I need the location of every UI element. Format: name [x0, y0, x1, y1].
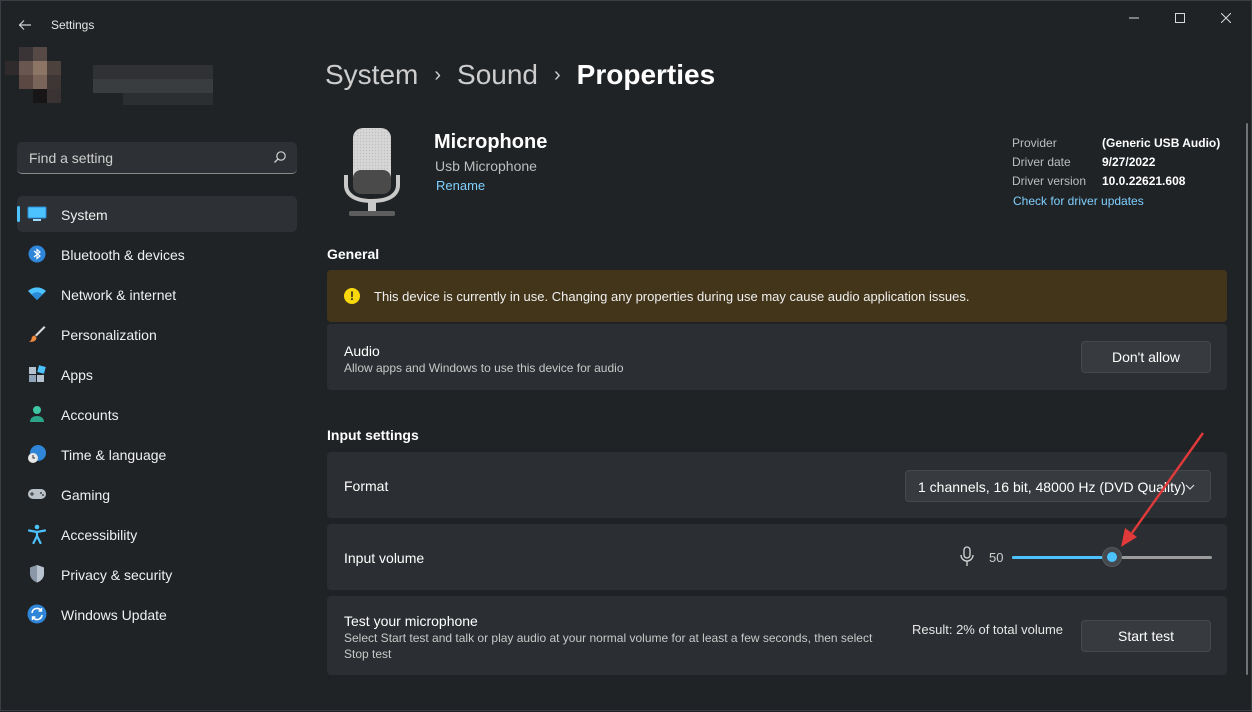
back-button[interactable]: [13, 13, 37, 37]
input-volume-slider[interactable]: [1012, 546, 1212, 568]
system-icon: [27, 204, 47, 224]
input-settings-heading: Input settings: [327, 427, 419, 443]
rename-link[interactable]: Rename: [436, 178, 485, 193]
sidebar-item-accounts[interactable]: Accounts: [17, 396, 297, 432]
format-title: Format: [344, 478, 389, 494]
sidebar-item-time-language[interactable]: Time & language: [17, 436, 297, 472]
sidebar-item-accessibility[interactable]: Accessibility: [17, 516, 297, 552]
maximize-icon: [1175, 13, 1185, 23]
device-subtitle: Usb Microphone: [435, 158, 537, 174]
account-icon: [27, 404, 47, 424]
driver-date-label: Driver date: [1012, 155, 1071, 169]
close-button[interactable]: [1203, 1, 1249, 35]
microphone-icon[interactable]: [959, 546, 975, 568]
minimize-icon: [1129, 17, 1139, 19]
breadcrumb: System › Sound › Properties: [325, 59, 715, 91]
driver-version-value: 10.0.22621.608: [1102, 174, 1186, 188]
test-microphone-description-line2: Stop test: [344, 647, 392, 661]
test-microphone-description-line1: Select Start test and talk or play audio…: [344, 631, 873, 645]
in-use-warning: ! This device is currently in use. Chang…: [327, 270, 1227, 322]
scrollbar[interactable]: [1246, 123, 1248, 675]
audio-card: Audio Allow apps and Windows to use this…: [327, 324, 1227, 390]
sidebar-item-network[interactable]: Network & internet: [17, 276, 297, 312]
format-selected-value: 1 channels, 16 bit, 48000 Hz (DVD Qualit…: [918, 479, 1186, 495]
accessibility-icon: [27, 524, 47, 544]
sidebar-item-label: Gaming: [61, 487, 111, 503]
provider-value: (Generic USB Audio): [1102, 136, 1221, 150]
sidebar-item-label: System: [61, 207, 108, 223]
driver-info: Provider (Generic USB Audio) Driver date 9…: [1012, 136, 1220, 193]
sidebar-item-label: Bluetooth & devices: [61, 247, 185, 263]
sidebar-item-label: Network & internet: [61, 287, 177, 303]
provider-label: Provider: [1012, 136, 1057, 150]
update-icon: [27, 604, 47, 624]
driver-date-value: 9/27/2022: [1102, 155, 1156, 169]
apps-icon: [27, 364, 47, 384]
sidebar-item-label: Accounts: [61, 407, 119, 423]
shield-icon: [27, 564, 47, 584]
globe-clock-icon: [27, 444, 47, 464]
search-box[interactable]: [17, 142, 297, 174]
sidebar-item-label: Accessibility: [61, 527, 138, 543]
start-test-button[interactable]: Start test: [1081, 620, 1211, 652]
format-dropdown[interactable]: 1 channels, 16 bit, 48000 Hz (DVD Qualit…: [905, 470, 1211, 502]
dont-allow-button[interactable]: Don't allow: [1081, 341, 1211, 373]
close-icon: [1221, 13, 1231, 23]
sidebar-item-label: Apps: [61, 367, 93, 383]
sidebar-item-label: Privacy & security: [61, 567, 173, 583]
app-title: Settings: [51, 18, 95, 32]
input-volume-value: 50: [989, 550, 1004, 565]
sidebar-item-label: Windows Update: [61, 607, 167, 623]
sidebar-item-label: Time & language: [61, 447, 167, 463]
sidebar-item-personalization[interactable]: Personalization: [17, 316, 297, 352]
sidebar-item-bluetooth[interactable]: Bluetooth & devices: [17, 236, 297, 272]
slider-thumb[interactable]: [1102, 547, 1122, 567]
general-heading: General: [327, 246, 380, 262]
test-microphone-title: Test your microphone: [344, 613, 478, 629]
bluetooth-icon: [27, 244, 47, 264]
breadcrumb-system[interactable]: System: [325, 59, 418, 91]
sidebar-item-apps[interactable]: Apps: [17, 356, 297, 392]
sidebar-nav: System Bluetooth & devices Network & int…: [17, 196, 297, 636]
back-arrow-icon: [18, 20, 31, 30]
page-title: Properties: [576, 59, 716, 90]
sidebar-item-windows-update[interactable]: Windows Update: [17, 596, 297, 632]
search-icon[interactable]: [273, 150, 287, 164]
device-name: Microphone: [434, 131, 548, 153]
driver-version-label: Driver version: [1012, 174, 1087, 188]
test-result-text: Result: 2% of total volume: [912, 622, 1064, 637]
minimize-button[interactable]: [1111, 1, 1157, 35]
breadcrumb-sound[interactable]: Sound: [457, 59, 538, 91]
audio-description: Allow apps and Windows to use this devic…: [344, 361, 624, 375]
check-driver-updates-link[interactable]: Check for driver updates: [1013, 194, 1144, 208]
search-input[interactable]: [27, 142, 261, 174]
format-card: Format 1 channels, 16 bit, 48000 Hz (DVD…: [327, 452, 1227, 518]
sidebar-item-label: Personalization: [61, 327, 157, 343]
wifi-icon: [27, 284, 47, 304]
title-bar: Settings: [1, 1, 1251, 49]
warning-icon: !: [344, 288, 360, 304]
slider-fill: [1012, 556, 1112, 559]
input-volume-card: Input volume 50: [327, 524, 1227, 590]
gamepad-icon: [27, 484, 47, 504]
maximize-button[interactable]: [1157, 1, 1203, 35]
microphone-device-icon: [344, 128, 400, 216]
sidebar-item-gaming[interactable]: Gaming: [17, 476, 297, 512]
breadcrumb-separator: ›: [434, 63, 442, 86]
test-microphone-card: Test your microphone Select Start test a…: [327, 596, 1227, 675]
sidebar-item-privacy-security[interactable]: Privacy & security: [17, 556, 297, 592]
brush-icon: [27, 324, 47, 344]
settings-window: Settings Find a setting System Bluetooth…: [0, 0, 1252, 711]
sidebar-item-system[interactable]: System: [17, 196, 297, 232]
chevron-down-icon: [1185, 484, 1195, 490]
breadcrumb-separator: ›: [554, 63, 561, 86]
input-volume-title: Input volume: [344, 550, 425, 566]
audio-title: Audio: [344, 343, 380, 359]
user-profile-blurred[interactable]: [5, 47, 215, 113]
warning-text: This device is currently in use. Changin…: [374, 289, 970, 304]
